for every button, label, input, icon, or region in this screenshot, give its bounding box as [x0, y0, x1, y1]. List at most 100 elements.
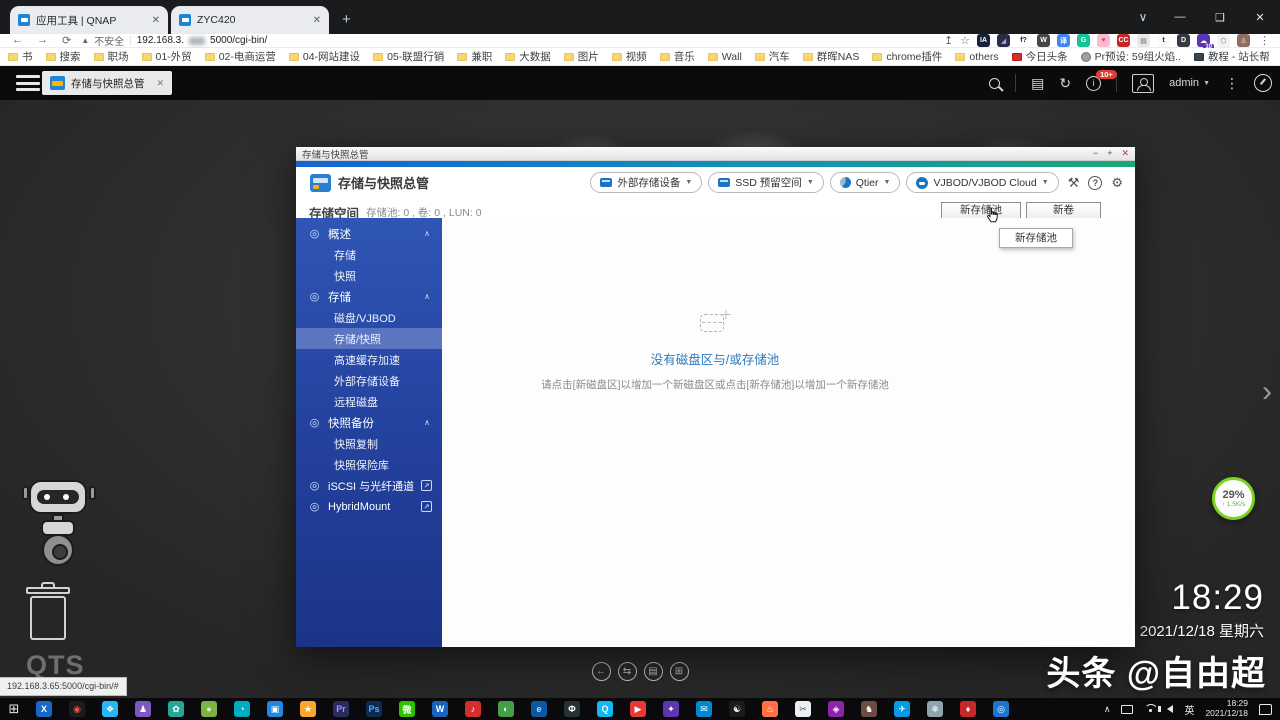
more-options-icon[interactable]: ⋮: [1225, 76, 1239, 90]
bookmark-item[interactable]: 教程 - 站长帮: [1194, 49, 1270, 64]
empty-state-title[interactable]: 没有磁盘区与/或存储池: [442, 349, 988, 368]
bookmark-item[interactable]: 书: [8, 49, 33, 64]
bookmark-item[interactable]: others: [955, 51, 998, 63]
tray-expand-icon[interactable]: ∧: [1104, 704, 1111, 715]
extension-icon[interactable]: ▤: [1137, 34, 1150, 47]
taskbar-app-icon[interactable]: ★: [300, 701, 316, 717]
background-tasks-icon[interactable]: ▤: [1031, 76, 1044, 90]
taskbar-app-icon[interactable]: Q: [597, 701, 613, 717]
resource-monitor-badge[interactable]: 29% ↑ 1.5K/s: [1212, 477, 1255, 520]
toolbar-dropdown-button[interactable]: VJBOD/VJBOD Cloud ▼: [906, 172, 1058, 193]
taskbar-app-icon[interactable]: ✉: [696, 701, 712, 717]
wifi-icon[interactable]: [1144, 704, 1156, 714]
extension-icon[interactable]: ⬡: [1217, 34, 1230, 47]
dialog-minimize-button[interactable]: −: [1093, 148, 1098, 159]
reload-button[interactable]: ⟳: [62, 34, 71, 47]
taskbar-app-icon[interactable]: ♨: [762, 701, 778, 717]
sidebar-item[interactable]: ◎ 快照备份 ∧: [296, 412, 442, 433]
taskbar-app-icon[interactable]: ☯: [729, 701, 745, 717]
next-wallpaper-arrow[interactable]: ›: [1262, 375, 1272, 409]
tray-clock[interactable]: 18:29 2021/12/18: [1205, 699, 1248, 719]
dialog-close-button[interactable]: ✕: [1121, 148, 1129, 159]
window-minimize-button[interactable]: —: [1160, 11, 1200, 23]
back-button[interactable]: ←: [12, 34, 23, 47]
taskbar-app-icon[interactable]: ◉: [69, 701, 85, 717]
bookmark-item[interactable]: 汽车: [755, 49, 790, 64]
browser-tab[interactable]: ZYC420 ✕: [171, 6, 329, 34]
dock-icon[interactable]: ⇆: [618, 662, 637, 681]
tools-icon[interactable]: ⚒: [1066, 175, 1082, 191]
taskbar-app-icon[interactable]: ◐: [498, 701, 514, 717]
taskbar-app-icon[interactable]: ◈: [828, 701, 844, 717]
toolbar-dropdown-button[interactable]: 外部存储设备 ▼: [590, 172, 702, 193]
bookmark-item[interactable]: 职场: [94, 49, 129, 64]
ime-language-indicator[interactable]: 英: [1184, 702, 1194, 717]
extension-icon[interactable]: D: [1177, 34, 1190, 47]
browser-menu-icon[interactable]: ⋮: [1257, 34, 1270, 47]
sidebar-item[interactable]: ◎ iSCSI 与光纤通道 ↗: [296, 475, 442, 496]
sidebar-item[interactable]: ◎ 快照: [296, 265, 442, 286]
sidebar-item[interactable]: ◎ 概述 ∧: [296, 223, 442, 244]
bookmark-item[interactable]: 02-电商运营: [205, 49, 276, 64]
bookmark-item[interactable]: 音乐: [660, 49, 695, 64]
recycle-bin-icon[interactable]: [26, 582, 70, 642]
taskbar-app-icon[interactable]: ✂: [795, 701, 811, 717]
bookmark-item[interactable]: 大数据: [505, 49, 551, 64]
extension-icon[interactable]: ♥: [1097, 34, 1110, 47]
tab-close-icon[interactable]: ✕: [307, 15, 321, 26]
volume-icon[interactable]: [1167, 705, 1173, 713]
extension-icon[interactable]: W: [1037, 34, 1050, 47]
new-pool-dropdown-menu-item[interactable]: 新存储池: [999, 228, 1073, 248]
taskbar-app-icon[interactable]: ▶: [630, 701, 646, 717]
sidebar-item[interactable]: ◎ 存储: [296, 244, 442, 265]
bookmark-item[interactable]: Pr预设: 59组火焰..: [1081, 49, 1181, 64]
bookmark-item[interactable]: 群晖NAS: [803, 49, 860, 64]
bookmark-item[interactable]: 图片: [564, 49, 599, 64]
taskbar-app-icon[interactable]: ❄: [927, 701, 943, 717]
help-icon[interactable]: ?: [1088, 176, 1102, 190]
taskbar-app-icon[interactable]: ♞: [861, 701, 877, 717]
taskbar-app-icon[interactable]: ♟: [135, 701, 151, 717]
taskbar-app-icon[interactable]: ◔: [234, 701, 250, 717]
extension-icon[interactable]: IA: [977, 34, 990, 47]
sidebar-item[interactable]: ◎ 磁盘/VJBOD: [296, 307, 442, 328]
extension-icon[interactable]: 译: [1057, 34, 1070, 47]
window-title-bar[interactable]: 存储与快照总管 − + ✕: [296, 147, 1135, 161]
extension-icon[interactable]: f?: [1017, 34, 1030, 47]
bookmark-item[interactable]: 搜索: [46, 49, 81, 64]
tab-close-icon[interactable]: ✕: [146, 15, 160, 26]
taskbar-app-icon[interactable]: ✈: [894, 701, 910, 717]
taskbar-app-icon[interactable]: X: [36, 701, 52, 717]
toolbar-dropdown-button[interactable]: Qtier ▼: [830, 172, 901, 193]
dock-icon[interactable]: ←: [592, 662, 611, 681]
user-avatar[interactable]: [1132, 74, 1154, 93]
taskbar-app-icon[interactable]: Φ: [564, 701, 580, 717]
taskbar-app-icon[interactable]: ❖: [102, 701, 118, 717]
notifications-icon[interactable]: i 10+: [1086, 76, 1101, 91]
new-volume-button[interactable]: 新卷: [1026, 202, 1101, 219]
taskbar-app-icon[interactable]: ▣: [267, 701, 283, 717]
new-tab-button[interactable]: +: [332, 11, 363, 34]
qts-tab-close-icon[interactable]: ✕: [157, 78, 165, 89]
taskbar-app-icon[interactable]: 微: [399, 701, 415, 717]
bookmark-item[interactable]: 01-外贸: [142, 49, 192, 64]
settings-gear-icon[interactable]: ⚙: [1109, 175, 1125, 191]
extension-icon[interactable]: ♙: [1237, 34, 1250, 47]
display-icon[interactable]: [1121, 705, 1133, 714]
sidebar-item[interactable]: ◎ 存储 ∧: [296, 286, 442, 307]
browser-tab[interactable]: 应用工具 | QNAP ✕: [10, 6, 168, 34]
window-close-button[interactable]: ✕: [1240, 11, 1280, 24]
share-icon[interactable]: ↥: [944, 34, 953, 47]
bookmark-item[interactable]: 04-网站建设: [289, 49, 360, 64]
toolbar-dropdown-button[interactable]: SSD 预留空间 ▼: [708, 172, 823, 193]
taskbar-app-icon[interactable]: ✦: [663, 701, 679, 717]
action-center-icon[interactable]: [1259, 704, 1272, 715]
bookmark-item[interactable]: 兼职: [457, 49, 492, 64]
admin-menu[interactable]: admin ▼: [1169, 77, 1210, 89]
extension-icon[interactable]: t: [1157, 34, 1170, 47]
qts-taskbar-tab[interactable]: 存储与快照总管 ✕: [42, 71, 172, 95]
bookmark-star-icon[interactable]: ☆: [960, 34, 970, 47]
taskbar-app-icon[interactable]: Pr: [333, 701, 349, 717]
url-field[interactable]: ▲ 不安全 | 192.168.3. 5000/cgi-bin/: [81, 33, 267, 48]
taskbar-app-icon[interactable]: ●: [201, 701, 217, 717]
